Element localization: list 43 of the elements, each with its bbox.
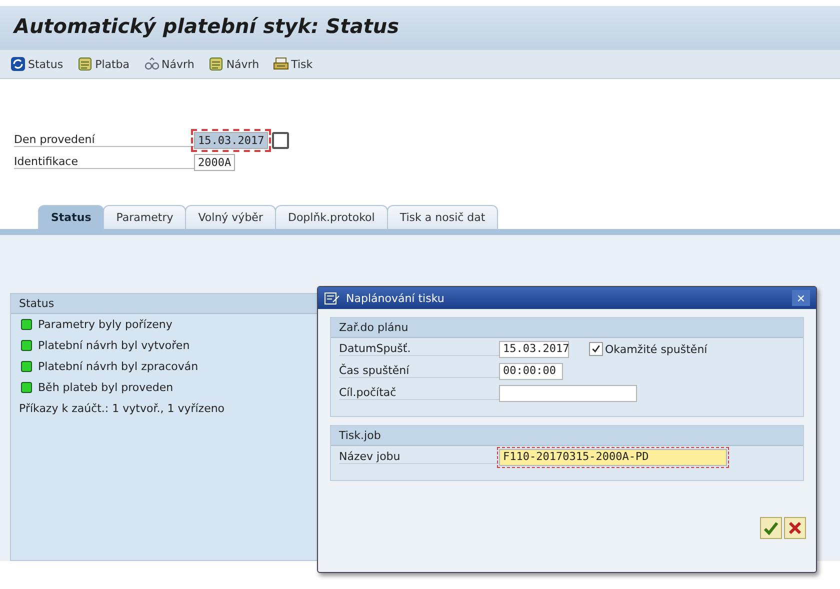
calendar-icon <box>324 290 340 306</box>
status-text: Platební návrh byl zpracován <box>38 360 198 373</box>
group-title: Zař.do plánu <box>331 318 803 338</box>
cross-icon <box>787 520 803 536</box>
status-text: Platební návrh byl vytvořen <box>38 339 190 352</box>
toolbar-button[interactable]: Status <box>10 56 64 72</box>
summary-text: Příkazy k zaúčt.: 1 vytvoř., 1 vyřízeno <box>18 401 226 417</box>
close-button[interactable]: × <box>792 290 810 306</box>
refresh-icon <box>10 56 26 72</box>
confirm-button[interactable] <box>760 517 782 539</box>
checkbox-label: Okamžité spuštění <box>605 342 708 356</box>
printer-icon <box>273 56 290 72</box>
status-text: Parametry byly pořízeny <box>38 318 172 331</box>
tab[interactable]: Volný výběr <box>185 205 276 229</box>
scroll-icon <box>208 56 224 72</box>
checkbox[interactable] <box>589 342 603 356</box>
field-label: Cíl.počítač <box>339 386 499 400</box>
field-label: DatumSpušť. <box>339 342 499 356</box>
cancel-button[interactable] <box>784 517 806 539</box>
value-help-button[interactable] <box>272 132 290 148</box>
checkmark-icon <box>763 520 779 536</box>
input-field[interactable] <box>499 384 637 402</box>
dialog-title: Naplánování tisku <box>346 292 446 304</box>
field-label: Identifikace <box>14 155 194 169</box>
input-field[interactable]: 00:00:00 <box>499 362 563 380</box>
tab[interactable]: Tisk a nosič dat <box>386 205 498 229</box>
toolbar-button[interactable]: Platba <box>77 56 130 72</box>
group-title: Tisk.job <box>331 426 803 446</box>
scroll-icon <box>77 56 94 72</box>
glasses-icon <box>144 56 160 72</box>
toolbar-button[interactable]: Návrh <box>144 56 194 72</box>
input-field[interactable]: 2000A <box>194 154 236 170</box>
checkmark-icon <box>591 344 601 354</box>
tab[interactable]: Parametry <box>103 205 186 229</box>
input-field[interactable]: F110-20170315-2000A-PD <box>499 448 727 466</box>
toolbar-button[interactable]: Návrh <box>208 56 260 72</box>
tab[interactable]: Status <box>38 205 104 229</box>
input-field[interactable]: 15.03.2017 <box>499 340 569 358</box>
status-text: Běh plateb byl proveden <box>38 381 174 394</box>
tab[interactable]: Doplňk.protokol <box>274 205 388 229</box>
field-label: Čas spuštění <box>339 364 499 378</box>
toolbar-button[interactable]: Tisk <box>273 56 313 72</box>
window-title: Automatický platební styk: Status <box>14 14 400 38</box>
